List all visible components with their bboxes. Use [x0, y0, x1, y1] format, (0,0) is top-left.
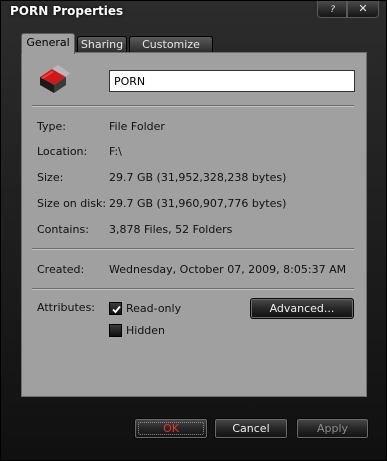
- contains-label: Contains:: [37, 223, 89, 236]
- title-bar[interactable]: PORN Properties ? ✕: [1, 1, 386, 23]
- checkmark-icon: [112, 305, 121, 314]
- hidden-checkbox[interactable]: [109, 324, 122, 337]
- size-on-disk-label: Size on disk:: [37, 197, 107, 210]
- created-value: Wednesday, October 07, 2009, 8:05:37 AM: [109, 263, 347, 276]
- general-tab-panel: Type: File Folder Location: F:\ Size: 29…: [21, 52, 367, 397]
- close-icon: ✕: [358, 2, 368, 15]
- drive-folder-icon: [40, 65, 70, 93]
- size-on-disk-value: 29.7 GB (31,960,907,776 bytes): [109, 197, 287, 210]
- window-title: PORN Properties: [10, 4, 124, 18]
- created-label: Created:: [37, 263, 85, 276]
- contains-value: 3,878 Files, 52 Folders: [109, 223, 233, 236]
- cancel-button[interactable]: Cancel: [214, 418, 288, 439]
- readonly-checkbox-label: Read-only: [126, 302, 182, 315]
- size-value: 29.7 GB (31,952,328,238 bytes): [109, 171, 287, 184]
- attributes-label: Attributes:: [37, 301, 96, 314]
- readonly-checkbox[interactable]: [109, 302, 122, 315]
- type-label: Type:: [37, 120, 66, 133]
- close-button[interactable]: ✕: [347, 1, 379, 18]
- tab-customize[interactable]: Customize: [129, 36, 213, 53]
- size-label: Size:: [37, 171, 64, 184]
- advanced-button[interactable]: Advanced...: [250, 298, 354, 319]
- location-label: Location:: [37, 145, 88, 158]
- apply-button[interactable]: Apply: [296, 418, 369, 439]
- tab-sharing[interactable]: Sharing: [77, 36, 127, 53]
- folder-name-input[interactable]: [109, 70, 355, 92]
- help-button[interactable]: ?: [317, 1, 347, 18]
- separator: [32, 248, 354, 250]
- help-icon: ?: [328, 5, 336, 15]
- hidden-checkbox-label: Hidden: [126, 324, 166, 337]
- separator: [32, 105, 354, 107]
- focus-ring: [138, 422, 204, 435]
- location-value: F:\: [109, 145, 122, 158]
- separator: [32, 288, 354, 290]
- properties-dialog: PORN Properties ? ✕ General Sharing Cust…: [0, 0, 387, 461]
- type-value: File Folder: [109, 120, 165, 133]
- ok-button[interactable]: OK: [134, 418, 208, 439]
- tab-general[interactable]: General: [21, 33, 75, 54]
